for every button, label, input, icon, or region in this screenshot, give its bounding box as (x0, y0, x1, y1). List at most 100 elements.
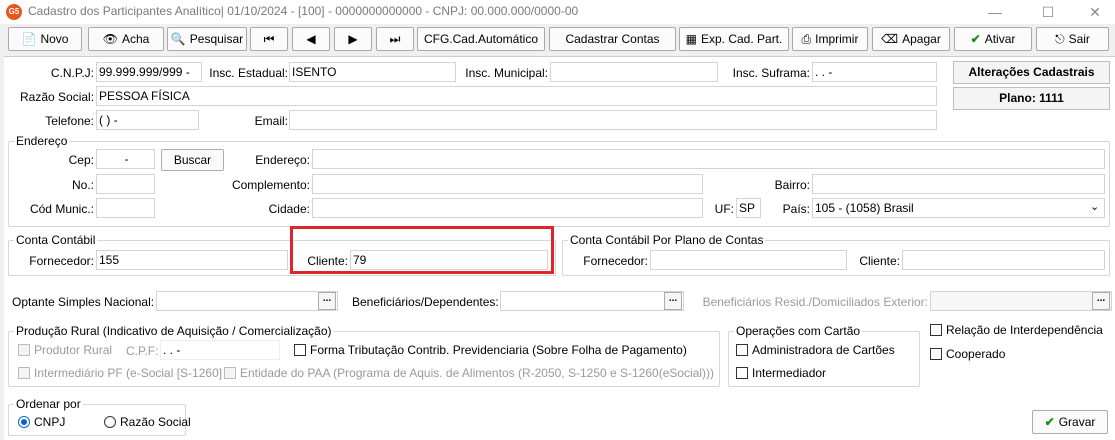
forma-tributacao-checkbox[interactable]: Forma Tributação Contrib. Previdenciaria… (294, 343, 687, 357)
email-field[interactable] (289, 110, 937, 130)
toolbar: 📄 Novo 👁 Acha 🔍 Pesquisar ⏮ ◀ ▶ ⏭ CFG.Cad.A… (0, 24, 1115, 54)
cod-munic-field[interactable] (96, 198, 155, 218)
imprimir-button[interactable]: ⎙ Imprimir (792, 27, 868, 51)
checkmark-icon: ✔ (970, 32, 981, 46)
next-icon: ▶ (348, 32, 358, 46)
ordenar-legend: Ordenar por (14, 397, 83, 411)
plano-fornecedor-label: Fornecedor: (583, 254, 648, 268)
previous-record-button[interactable]: ◀ (292, 27, 330, 51)
beneficiarios-label: Beneficiários/Dependentes: (352, 295, 499, 309)
razao-social-field[interactable]: PESSOA FÍSICA (96, 86, 937, 106)
cartao-legend: Operações com Cartão (734, 324, 863, 338)
gravar-button[interactable]: ✔ Gravar (1032, 410, 1108, 434)
telefone-field[interactable]: ( ) - (96, 110, 199, 130)
pais-select[interactable]: 105 - (1058) Brasil (812, 198, 1105, 218)
last-record-button[interactable]: ⏭ (376, 27, 414, 51)
pesquisar-button[interactable]: 🔍 Pesquisar (167, 27, 247, 51)
fornecedor-field[interactable]: 155 (96, 250, 288, 270)
plano-button[interactable]: Plano: 1111 (953, 87, 1110, 110)
endereco-field[interactable] (312, 149, 1105, 169)
alteracoes-cadastrais-button[interactable]: Alterações Cadastrais (953, 61, 1110, 84)
new-document-icon: 📄 (21, 32, 37, 46)
endereco-legend: Endereço (14, 134, 70, 148)
cliente-label: Cliente: (307, 254, 348, 268)
plano-fornecedor-field[interactable] (650, 250, 847, 270)
exp-cad-part-button[interactable]: ▦ Exp. Cad. Part. (679, 27, 789, 51)
title-bar: G5 Cadastro dos Participantes Analítico|… (0, 0, 1115, 24)
uf-field[interactable]: SP (736, 198, 761, 218)
bairro-label: Bairro: (774, 178, 810, 192)
entidade-paa-checkbox[interactable]: Entidade do PAA (Programa de Aquis. de A… (224, 366, 714, 380)
im-field[interactable] (550, 62, 718, 82)
uf-label: UF: (714, 202, 734, 216)
printer-icon: ⎙ (801, 32, 812, 46)
last-icon: ⏭ (389, 31, 401, 46)
intermediario-pf-checkbox[interactable]: Intermediário PF (e-Social [S-1260] (18, 366, 222, 380)
novo-button[interactable]: 📄 Novo (8, 27, 82, 51)
cooperado-checkbox[interactable]: Cooperado (930, 347, 1005, 361)
ie-label: Insc. Estadual: (209, 66, 288, 80)
minimize-icon[interactable]: — (980, 2, 1010, 22)
chevron-down-icon[interactable]: ⌄ (1090, 200, 1099, 213)
cnpj-label: C.N.P.J: (50, 66, 94, 80)
complemento-field[interactable] (312, 174, 703, 194)
cnpj-field[interactable]: 99.999.999/999 - (96, 62, 202, 82)
cep-label: Cep: (68, 153, 94, 167)
apagar-button[interactable]: ⌫ Apagar (872, 27, 950, 51)
search-icon: 🔍 (170, 32, 186, 46)
relacao-interdependencia-checkbox[interactable]: Relação de Interdependência (930, 323, 1103, 337)
plano-cliente-field[interactable] (902, 250, 1105, 270)
complemento-label: Complemento: (231, 178, 310, 192)
exit-icon: ⎋ (1055, 32, 1065, 46)
cidade-label: Cidade: (268, 202, 310, 216)
window-title: Cadastro dos Participantes Analítico| 01… (28, 4, 579, 18)
cliente-field[interactable]: 79 (350, 250, 548, 270)
bairro-field[interactable] (812, 174, 1105, 194)
cidade-field[interactable] (312, 198, 703, 218)
ie-field[interactable]: ISENTO (289, 62, 456, 82)
endereco-label: Endereço: (255, 153, 310, 167)
pais-label: País: (782, 202, 810, 216)
beneficiarios-browse-icon[interactable]: ... (664, 292, 682, 310)
beneficiarios-exterior-browse-icon[interactable]: ... (1092, 292, 1110, 310)
optante-label: Optante Simples Nacional: (12, 295, 155, 309)
ordenar-razao-radio[interactable]: Razão Social (104, 415, 191, 429)
conta-contabil-legend: Conta Contábil (14, 233, 98, 247)
acha-button[interactable]: 👁 Acha (88, 27, 164, 51)
email-label: Email: (254, 114, 288, 128)
ativar-button[interactable]: ✔ Ativar (954, 27, 1032, 51)
administradora-checkbox[interactable]: Administradora de Cartões (736, 343, 895, 357)
im-label: Insc. Municipal: (465, 66, 548, 80)
fornecedor-label: Fornecedor: (29, 254, 94, 268)
eraser-icon: ⌫ (881, 32, 899, 46)
razao-social-label: Razão Social: (20, 90, 95, 104)
pais-value: 105 - (1058) Brasil (815, 201, 914, 215)
numero-field[interactable] (96, 174, 155, 194)
cep-field[interactable]: - (96, 149, 155, 169)
beneficiarios-field[interactable] (500, 291, 684, 311)
next-record-button[interactable]: ▶ (334, 27, 372, 51)
beneficiarios-exterior-field[interactable] (930, 291, 1112, 311)
intermediador-checkbox[interactable]: Intermediador (736, 366, 826, 380)
suframa-label: Insc. Suframa: (732, 66, 810, 80)
produtor-rural-checkbox[interactable]: Produtor Rural (18, 343, 112, 357)
optante-browse-icon[interactable]: ... (318, 292, 336, 310)
telefone-label: Telefone: (45, 114, 94, 128)
cpf-field[interactable]: . . - (160, 340, 280, 360)
cfg-cad-automatico-button[interactable]: CFG.Cad.Automático (417, 27, 545, 51)
close-icon[interactable]: ✕ (1080, 2, 1110, 22)
conta-plano-legend: Conta Contábil Por Plano de Contas (568, 233, 766, 247)
first-record-button[interactable]: ⏮ (250, 27, 288, 51)
beneficiarios-exterior-label: Beneficiários Resid./Domiciliados Exteri… (702, 295, 928, 309)
cadastrar-contas-button[interactable]: Cadastrar Contas (549, 27, 676, 51)
calculator-icon: ▦ (685, 32, 697, 46)
buscar-button[interactable]: Buscar (161, 149, 224, 171)
ordenar-cnpj-radio[interactable]: CNPJ (18, 415, 65, 429)
maximize-icon[interactable]: ☐ (1033, 2, 1063, 22)
first-icon: ⏮ (263, 31, 275, 46)
sair-button[interactable]: ⎋ Sair (1036, 27, 1109, 51)
app-icon: G5 (6, 4, 22, 20)
cpf-label: C.P.F: (126, 344, 159, 358)
suframa-field[interactable]: . . - (812, 62, 937, 82)
optante-field[interactable] (156, 291, 338, 311)
